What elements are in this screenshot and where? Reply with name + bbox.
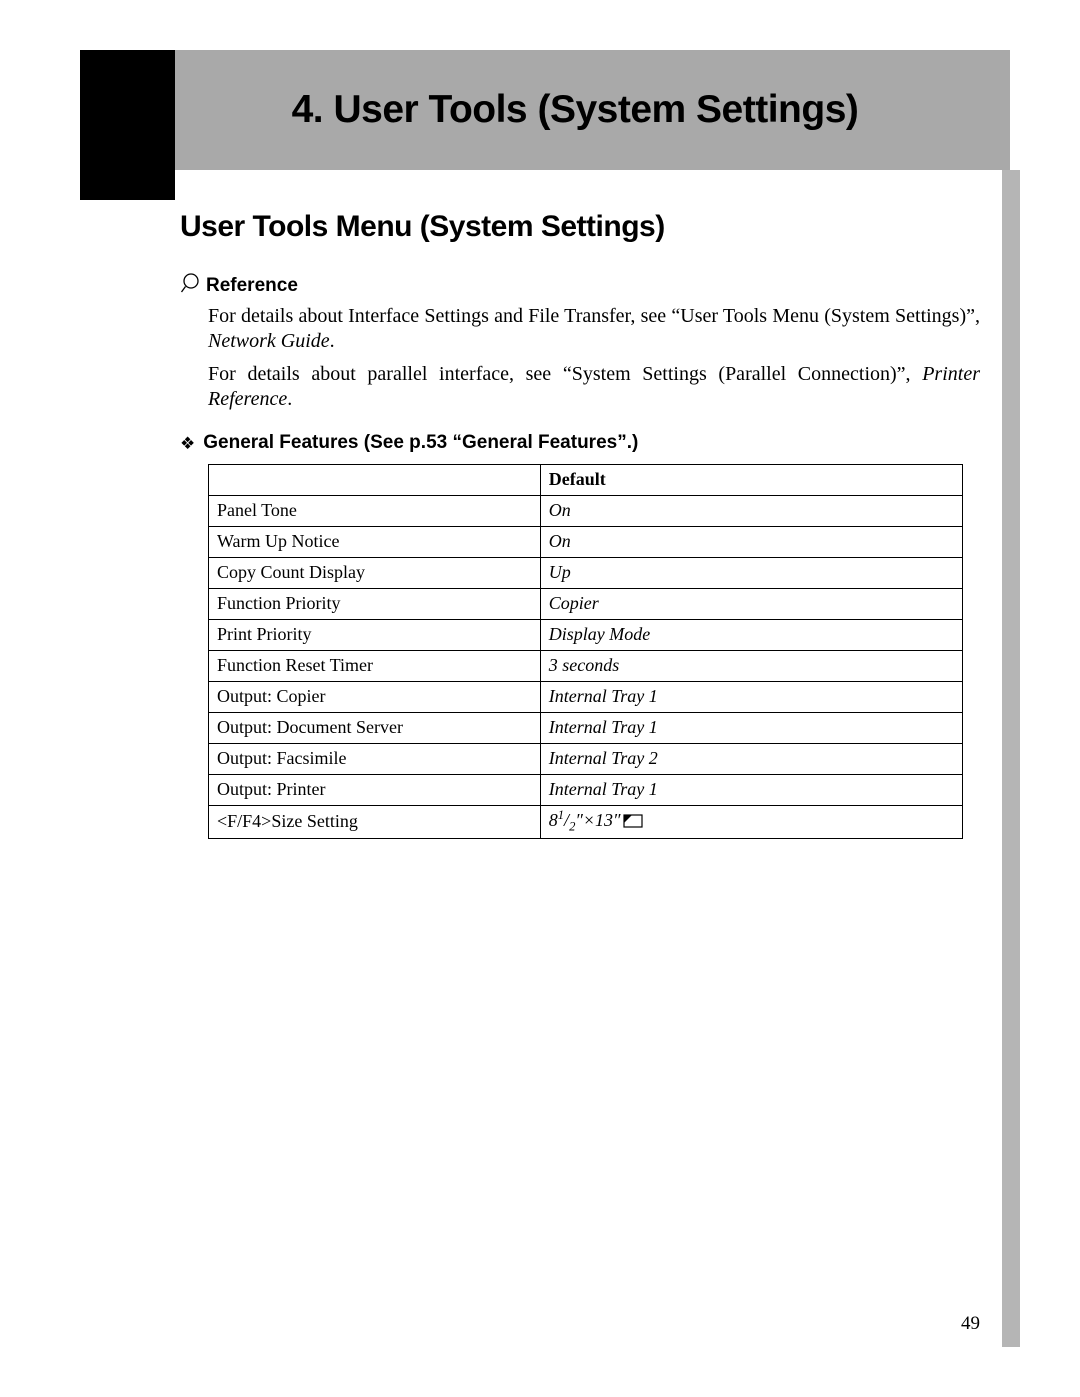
- table-header-default: Default: [540, 465, 962, 496]
- reference-paragraph-1: For details about Interface Settings and…: [208, 304, 980, 354]
- reference-para2-text: For details about parallel interface, se…: [208, 363, 922, 385]
- feature-default-cell: Up: [540, 558, 962, 589]
- general-features-table: Default Panel ToneOnWarm Up NoticeOnCopy…: [208, 464, 963, 839]
- reference-heading: Reference: [180, 272, 980, 300]
- reference-para1-book: Network Guide: [208, 330, 330, 352]
- table-row: Output: Document ServerInternal Tray 1: [209, 713, 963, 744]
- feature-default-cell: Internal Tray 1: [540, 775, 962, 806]
- table-row: Copy Count DisplayUp: [209, 558, 963, 589]
- table-header-empty: [209, 465, 541, 496]
- feature-default-cell: Internal Tray 1: [540, 713, 962, 744]
- table-row: Function Reset Timer3 seconds: [209, 651, 963, 682]
- page-number: 49: [961, 1313, 980, 1335]
- feature-default-cell: Internal Tray 1: [540, 682, 962, 713]
- feature-default-cell: 3 seconds: [540, 651, 962, 682]
- feature-default-cell: Display Mode: [540, 620, 962, 651]
- general-features-subhead: ❖ General Features (See p.53 “General Fe…: [180, 432, 980, 454]
- table-row: Panel ToneOn: [209, 496, 963, 527]
- landscape-orientation-icon: [623, 812, 643, 833]
- table-row: Warm Up NoticeOn: [209, 527, 963, 558]
- feature-name-cell: Copy Count Display: [209, 558, 541, 589]
- chapter-header-bar: 4. User Tools (System Settings): [80, 50, 1010, 170]
- feature-name-cell: Output: Copier: [209, 682, 541, 713]
- table-row: Output: PrinterInternal Tray 1: [209, 775, 963, 806]
- feature-name-cell: Function Reset Timer: [209, 651, 541, 682]
- table-row: Output: CopierInternal Tray 1: [209, 682, 963, 713]
- diamond-bullet-icon: ❖: [180, 435, 195, 452]
- feature-name-cell: <F/F4>Size Setting: [209, 806, 541, 839]
- feature-default-cell: Copier: [540, 589, 962, 620]
- reference-para1-text: For details about Interface Settings and…: [208, 305, 980, 327]
- document-page: 4. User Tools (System Settings) User Too…: [0, 0, 1080, 1397]
- page-content: User Tools Menu (System Settings) Refere…: [80, 170, 1010, 839]
- feature-default-cell: On: [540, 496, 962, 527]
- reference-para1-end: .: [330, 330, 335, 352]
- feature-default-cell: Internal Tray 2: [540, 744, 962, 775]
- feature-name-cell: Panel Tone: [209, 496, 541, 527]
- feature-name-cell: Function Priority: [209, 589, 541, 620]
- reference-icon: [180, 272, 202, 300]
- feature-name-cell: Output: Facsimile: [209, 744, 541, 775]
- reference-paragraph-2: For details about parallel interface, se…: [208, 362, 980, 412]
- feature-name-cell: Warm Up Notice: [209, 527, 541, 558]
- feature-name-cell: Output: Printer: [209, 775, 541, 806]
- table-row: Output: FacsimileInternal Tray 2: [209, 744, 963, 775]
- feature-name-cell: Print Priority: [209, 620, 541, 651]
- reference-para2-end: .: [287, 388, 292, 410]
- feature-default-cell: 81/2″×13″: [540, 806, 962, 839]
- reference-label: Reference: [206, 275, 298, 297]
- section-title: User Tools Menu (System Settings): [180, 210, 980, 244]
- table-row: Print PriorityDisplay Mode: [209, 620, 963, 651]
- chapter-title: 4. User Tools (System Settings): [292, 88, 859, 132]
- feature-name-cell: Output: Document Server: [209, 713, 541, 744]
- table-row: <F/F4>Size Setting81/2″×13″: [209, 806, 963, 839]
- subhead-text: General Features (See p.53 “General Feat…: [203, 432, 638, 454]
- table-row: Function PriorityCopier: [209, 589, 963, 620]
- table-header-row: Default: [209, 465, 963, 496]
- feature-default-cell: On: [540, 527, 962, 558]
